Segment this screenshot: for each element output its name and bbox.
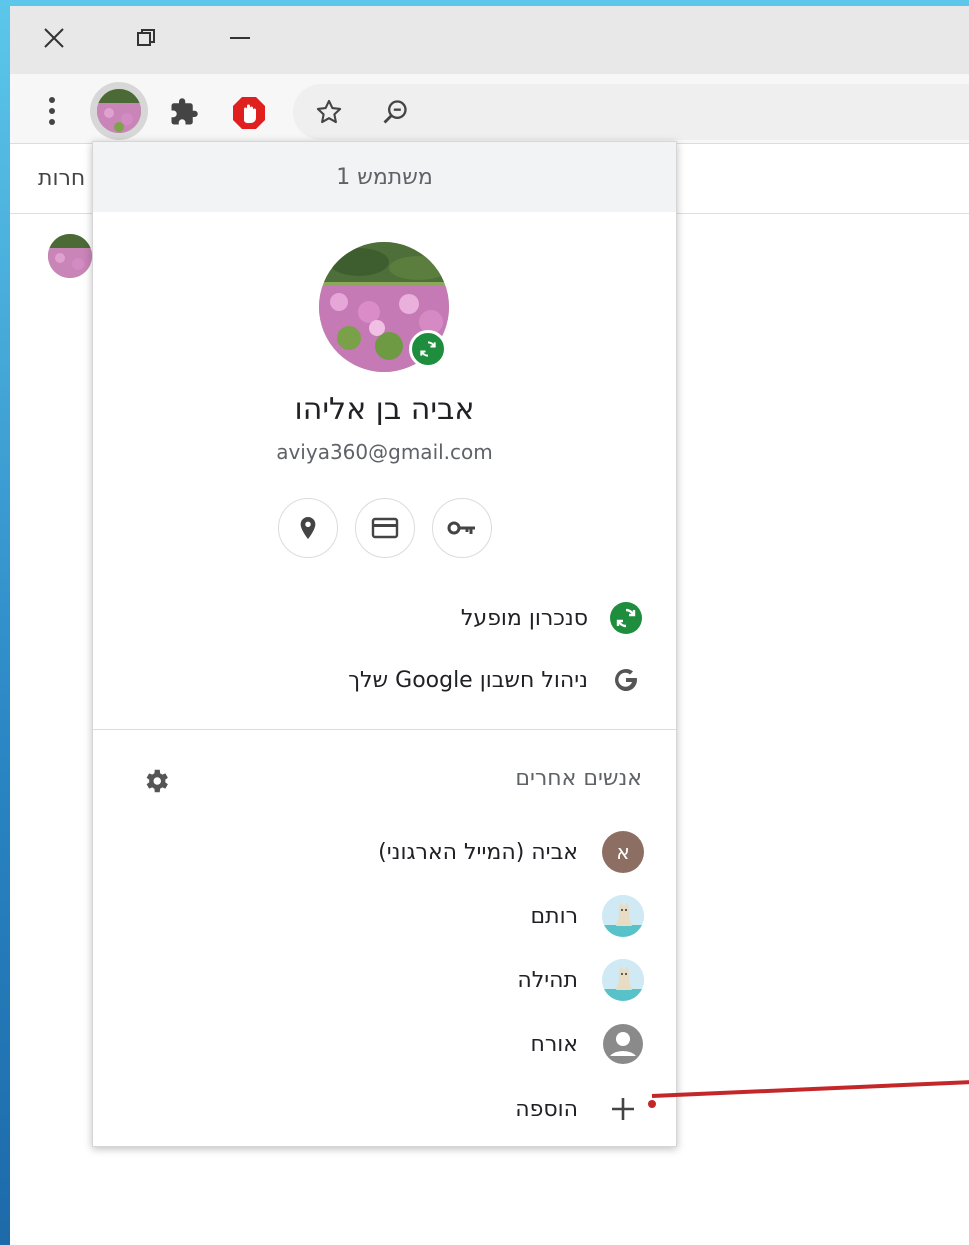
- location-pin-icon[interactable]: [277, 498, 338, 558]
- popup-header: משתמש 1: [93, 142, 676, 212]
- credit-card-icon[interactable]: [354, 498, 415, 558]
- address-bar[interactable]: [293, 84, 969, 140]
- browser-toolbar: [10, 74, 969, 144]
- guest-label: אורח: [530, 1031, 579, 1057]
- google-g-icon: [608, 662, 644, 698]
- zoom-icon[interactable]: [379, 96, 411, 128]
- manage-account-label: ניהול חשבון Google שלך: [348, 667, 588, 693]
- profile-row[interactable]: א אביה (המייל הארגוני): [378, 830, 644, 874]
- sync-icon: [608, 600, 644, 636]
- close-icon[interactable]: [34, 18, 74, 58]
- profile-name: רותם: [530, 903, 578, 929]
- annotation-arrow-tip: [648, 1100, 656, 1108]
- profile-photo: [97, 89, 141, 133]
- profile-name: אביה (המייל הארגוני): [378, 839, 578, 865]
- sync-label: סנכרון מופעל: [460, 605, 588, 631]
- manage-account-row[interactable]: ניהול חשבון Google שלך: [348, 658, 644, 702]
- plus-icon: [602, 1088, 644, 1130]
- gear-icon[interactable]: [137, 766, 171, 800]
- cat-avatar-icon: [602, 895, 644, 937]
- guest-person-icon: [602, 1023, 644, 1065]
- extensions-puzzle-icon[interactable]: [166, 94, 202, 130]
- cat-avatar-icon: [602, 959, 644, 1001]
- add-profile-row[interactable]: הוספה: [515, 1087, 644, 1131]
- sync-badge-icon: [409, 330, 447, 368]
- user-email: aviya360@gmail.com: [276, 440, 493, 464]
- profile-initial-avatar: א: [602, 831, 644, 873]
- user-name: אביה בן אליהו: [294, 392, 475, 427]
- key-icon[interactable]: [431, 498, 492, 558]
- profile-name: תהילה: [517, 967, 578, 993]
- guest-row[interactable]: אורח: [530, 1022, 644, 1066]
- others-title: אנשים אחרים: [515, 766, 642, 791]
- add-label: הוספה: [515, 1096, 578, 1122]
- title-bar: [10, 6, 969, 74]
- profile-row[interactable]: תהילה: [517, 958, 644, 1002]
- profile-avatar[interactable]: [90, 82, 148, 140]
- quick-buttons: [93, 498, 676, 558]
- sync-row[interactable]: סנכרון מופעל: [461, 596, 644, 640]
- restore-icon[interactable]: [126, 18, 166, 58]
- page-avatar: [48, 234, 92, 278]
- adblock-hand-icon[interactable]: [230, 94, 268, 132]
- menu-dots-icon[interactable]: [40, 94, 64, 128]
- star-icon[interactable]: [313, 96, 345, 128]
- divider: [93, 729, 676, 730]
- bookmark-partial-label[interactable]: חרות: [38, 166, 85, 191]
- profile-menu-popup: משתמש 1 אביה בן אליהו aviya360@gmail.com: [92, 141, 677, 1147]
- minimize-icon[interactable]: [220, 18, 260, 58]
- profile-row[interactable]: רותם: [531, 894, 644, 938]
